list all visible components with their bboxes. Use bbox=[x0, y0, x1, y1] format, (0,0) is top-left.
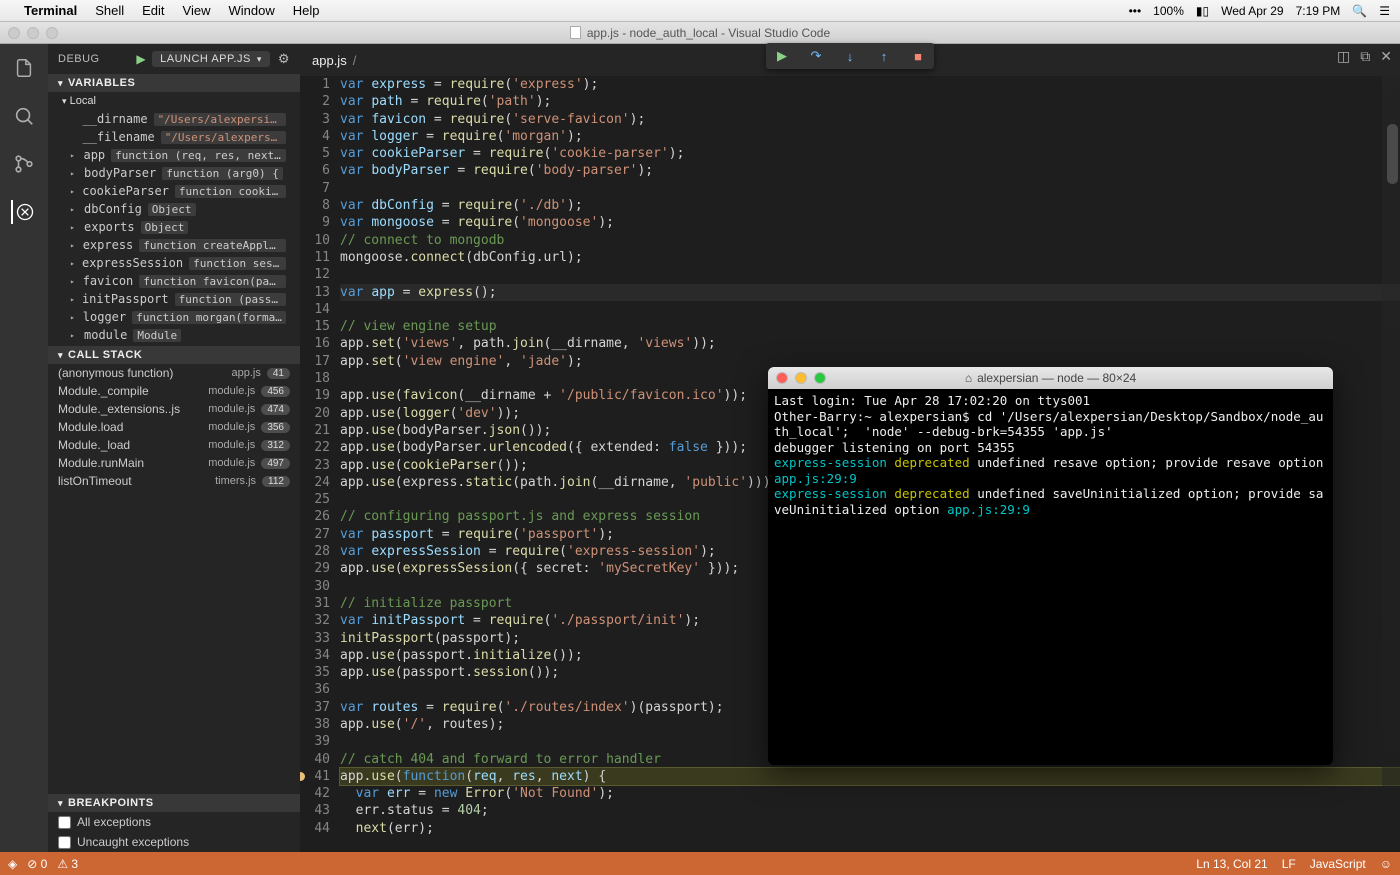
variable-row[interactable]: ▸moduleModule bbox=[48, 326, 300, 344]
activity-bar bbox=[0, 44, 48, 852]
language-mode[interactable]: JavaScript bbox=[1310, 857, 1366, 871]
terminal-body[interactable]: Last login: Tue Apr 28 17:02:20 on ttys0… bbox=[768, 389, 1333, 521]
variable-row[interactable]: ▸faviconfunction favicon(path, o… bbox=[48, 272, 300, 290]
debug-header: DEBUG ▶ Launch app.js ▾ ⚙ bbox=[48, 44, 300, 74]
variable-row[interactable]: ▸dbConfigObject bbox=[48, 200, 300, 218]
terminal-title: alexpersian — node — 80×24 bbox=[977, 371, 1136, 385]
menu-app[interactable]: Terminal bbox=[24, 3, 77, 18]
bp-uncaught-exceptions[interactable]: Uncaught exceptions bbox=[48, 832, 300, 852]
stop-button[interactable]: ■ bbox=[908, 47, 928, 65]
variable-row[interactable]: ▸initPassportfunction (passport) { bbox=[48, 290, 300, 308]
cursor-position[interactable]: Ln 13, Col 21 bbox=[1196, 857, 1267, 871]
window-titlebar: app.js - node_auth_local - Visual Studio… bbox=[0, 22, 1400, 44]
macos-menubar: Terminal Shell Edit View Window Help •••… bbox=[0, 0, 1400, 22]
menu-shell[interactable]: Shell bbox=[95, 3, 124, 18]
close-icon[interactable] bbox=[8, 27, 20, 39]
feedback-icon[interactable]: ☺ bbox=[1380, 857, 1392, 871]
menu-list-icon[interactable]: ☰ bbox=[1379, 4, 1390, 18]
more-icon[interactable]: ⧉ bbox=[1360, 48, 1370, 65]
explorer-icon[interactable] bbox=[12, 56, 36, 80]
variable-row[interactable]: ▸expressfunction createApplicati… bbox=[48, 236, 300, 254]
term-zoom-icon[interactable] bbox=[814, 372, 826, 384]
step-into-button[interactable]: ↓ bbox=[840, 47, 860, 65]
minimap[interactable] bbox=[1382, 76, 1400, 852]
warnings-badge[interactable]: ⚠ 3 bbox=[57, 857, 78, 871]
menu-help[interactable]: Help bbox=[293, 3, 320, 18]
start-debug-button[interactable]: ▶ bbox=[136, 52, 146, 66]
battery-icon: ▮▯ bbox=[1196, 4, 1209, 18]
terminal-window: ⌂ alexpersian — node — 80×24 Last login:… bbox=[768, 367, 1333, 765]
minimize-icon[interactable] bbox=[27, 27, 39, 39]
eol[interactable]: LF bbox=[1282, 857, 1296, 871]
callstack-row[interactable]: Module.runMainmodule.js497 bbox=[48, 454, 300, 472]
continue-button[interactable]: ▶ bbox=[772, 47, 792, 65]
bp-all-checkbox[interactable] bbox=[58, 816, 71, 829]
spotlight-icon[interactable]: 🔍 bbox=[1352, 4, 1367, 18]
term-minimize-icon[interactable] bbox=[795, 372, 807, 384]
scope-local[interactable]: ▾ Local bbox=[48, 92, 300, 110]
debug-sidebar: DEBUG ▶ Launch app.js ▾ ⚙ ▾VARIABLES ▾ L… bbox=[48, 44, 300, 852]
debug-icon[interactable] bbox=[11, 200, 35, 224]
callstack-row[interactable]: Module._loadmodule.js312 bbox=[48, 436, 300, 454]
term-close-icon[interactable] bbox=[776, 372, 788, 384]
status-bar: ◈ ⊘ 0 ⚠ 3 Ln 13, Col 21 LF JavaScript ☺ bbox=[0, 852, 1400, 875]
menu-view[interactable]: View bbox=[183, 3, 211, 18]
callstack-row[interactable]: listOnTimeouttimers.js112 bbox=[48, 472, 300, 490]
traffic-lights bbox=[8, 27, 58, 39]
callstack-row[interactable]: Module._compilemodule.js456 bbox=[48, 382, 300, 400]
home-icon: ⌂ bbox=[965, 371, 972, 385]
menu-edit[interactable]: Edit bbox=[142, 3, 164, 18]
errors-badge[interactable]: ⊘ 0 bbox=[27, 857, 47, 871]
debug-status-icon[interactable]: ◈ bbox=[8, 857, 17, 871]
split-editor-icon[interactable]: ◫ bbox=[1337, 48, 1350, 65]
close-editor-icon[interactable]: ✕ bbox=[1380, 48, 1392, 65]
variable-row[interactable]: ▸exportsObject bbox=[48, 218, 300, 236]
variable-row[interactable]: __dirname"/Users/alexpersian/De… bbox=[48, 110, 300, 128]
terminal-titlebar: ⌂ alexpersian — node — 80×24 bbox=[768, 367, 1333, 389]
battery-pct: 100% bbox=[1153, 4, 1184, 18]
menu-window[interactable]: Window bbox=[229, 3, 275, 18]
doc-icon bbox=[570, 26, 581, 39]
git-icon[interactable] bbox=[12, 152, 36, 176]
search-icon[interactable] bbox=[12, 104, 36, 128]
debug-label: DEBUG bbox=[58, 53, 100, 65]
launch-config-select[interactable]: Launch app.js ▾ bbox=[152, 51, 270, 67]
step-over-button[interactable]: ↷ bbox=[806, 47, 826, 65]
tray-dots-icon[interactable]: ••• bbox=[1129, 4, 1142, 18]
variable-row[interactable]: ▸bodyParserfunction (arg0) { bbox=[48, 164, 300, 182]
tab-app-js[interactable]: app.js/ bbox=[300, 44, 368, 76]
callstack-row[interactable]: Module.loadmodule.js356 bbox=[48, 418, 300, 436]
bp-uncaught-checkbox[interactable] bbox=[58, 836, 71, 849]
variable-row[interactable]: __filename"/Users/alexpersian/D… bbox=[48, 128, 300, 146]
variables-section[interactable]: ▾VARIABLES bbox=[48, 74, 300, 92]
variable-row[interactable]: ▸expressSessionfunction session(… bbox=[48, 254, 300, 272]
callstack-section[interactable]: ▾CALL STACK bbox=[48, 346, 300, 364]
zoom-icon[interactable] bbox=[46, 27, 58, 39]
callstack-row[interactable]: Module._extensions..jsmodule.js474 bbox=[48, 400, 300, 418]
scrollbar[interactable] bbox=[1387, 124, 1398, 184]
debug-toolbar: ▶ ↷ ↓ ↑ ■ bbox=[766, 43, 934, 69]
variable-row[interactable]: ▸cookieParserfunction cookiePars… bbox=[48, 182, 300, 200]
gear-icon[interactable]: ⚙ bbox=[278, 51, 290, 67]
menubar-time: 7:19 PM bbox=[1296, 4, 1341, 18]
variable-row[interactable]: ▸loggerfunction morgan(format, o… bbox=[48, 308, 300, 326]
variable-row[interactable]: ▸appfunction (req, res, next) { bbox=[48, 146, 300, 164]
menubar-date: Wed Apr 29 bbox=[1221, 4, 1283, 18]
step-out-button[interactable]: ↑ bbox=[874, 47, 894, 65]
callstack-row[interactable]: (anonymous function)app.js41 bbox=[48, 364, 300, 382]
bp-all-exceptions[interactable]: All exceptions bbox=[48, 812, 300, 832]
breakpoints-section[interactable]: ▾BREAKPOINTS bbox=[48, 794, 300, 812]
window-title: app.js - node_auth_local - Visual Studio… bbox=[587, 26, 830, 40]
